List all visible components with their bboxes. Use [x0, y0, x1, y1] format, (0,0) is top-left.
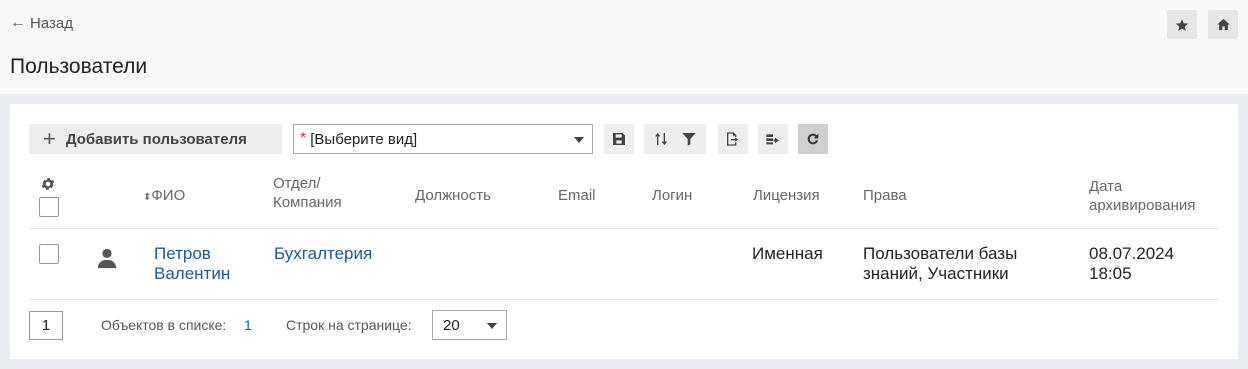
add-user-label: Добавить пользователя — [65, 130, 247, 148]
star-icon — [1175, 18, 1189, 31]
save-icon — [613, 133, 625, 145]
rights-value: Пользователи базы знаний, Участники — [863, 244, 1017, 284]
gear-icon[interactable] — [40, 176, 56, 192]
page-number-input[interactable]: 1 — [29, 311, 63, 340]
save-view-button[interactable] — [604, 124, 634, 154]
column-header-license[interactable]: Лицензия — [753, 186, 820, 205]
back-link[interactable]: ← Назад — [10, 14, 73, 32]
user-icon — [97, 248, 117, 269]
archive-date-line-2: 18:05 — [1089, 264, 1132, 283]
rows-per-page-value: 20 — [443, 316, 460, 334]
rights-line-1: Пользователи базы — [863, 244, 1018, 263]
row-divider — [29, 299, 1219, 300]
objects-count-value: 1 — [244, 317, 252, 333]
user-name-line-2: Валентин — [154, 264, 231, 283]
required-star-icon: * — [300, 130, 307, 147]
view-select-value: [Выберите вид] — [310, 130, 418, 148]
chevron-down-icon — [574, 137, 584, 143]
arrow-left-icon: ← — [10, 14, 26, 31]
refresh-icon — [807, 133, 819, 145]
column-header-department[interactable]: Отдел/ Компания — [273, 174, 342, 212]
back-label: Назад — [30, 14, 73, 32]
column-header-rights[interactable]: Права — [863, 186, 907, 205]
filter-icon — [682, 133, 696, 146]
add-user-button[interactable]: + Добавить пользователя — [29, 124, 282, 154]
columns-export-icon — [766, 134, 779, 145]
view-select[interactable]: * [Выберите вид] — [293, 124, 593, 154]
plus-icon: + — [43, 126, 56, 151]
rights-line-2: знаний, Участники — [863, 264, 1009, 283]
favorite-button[interactable] — [1167, 10, 1197, 39]
rows-per-page-select[interactable]: 20 — [432, 310, 507, 340]
rows-per-page-label: Строк на странице: — [286, 317, 412, 333]
column-department-label-1: Отдел/ — [273, 175, 321, 192]
sort-icon — [655, 133, 667, 145]
columns-button[interactable] — [758, 124, 788, 154]
column-header-email[interactable]: Email — [558, 186, 596, 205]
export-button[interactable] — [718, 124, 748, 154]
home-button[interactable] — [1208, 10, 1238, 39]
license-value: Именная — [752, 244, 823, 263]
select-all-checkbox[interactable] — [39, 197, 59, 217]
user-name-line-1: Петров — [154, 244, 211, 263]
users-panel: + Добавить пользователя * [Выберите вид]… — [10, 104, 1238, 359]
archive-date-value: 08.07.2024 18:05 — [1089, 244, 1174, 284]
column-fio-label: ФИО — [151, 187, 186, 204]
column-header-position[interactable]: Должность — [415, 186, 491, 205]
column-archive-label-2: архивирования — [1089, 197, 1196, 214]
objects-count-label: Объектов в списке: — [101, 317, 227, 333]
column-archive-label-1: Дата — [1089, 178, 1123, 195]
page-title: Пользователи — [10, 55, 148, 78]
row-checkbox[interactable] — [39, 244, 59, 264]
archive-date-line-1: 08.07.2024 — [1089, 244, 1175, 263]
column-header-login[interactable]: Логин — [652, 186, 692, 205]
header-divider — [29, 228, 1219, 229]
department-link[interactable]: Бухгалтерия — [274, 244, 372, 264]
top-bar: ← Назад Пользователи — [0, 0, 1248, 94]
user-name-link[interactable]: Петров Валентин — [154, 244, 230, 284]
export-icon — [727, 132, 739, 146]
refresh-button[interactable] — [798, 124, 828, 154]
chevron-down-icon — [487, 323, 497, 329]
column-header-fio[interactable]: ⬍ФИО — [143, 186, 185, 207]
home-icon — [1216, 18, 1230, 31]
sort-filter-button[interactable] — [644, 124, 706, 154]
column-department-label-2: Компания — [273, 194, 342, 211]
column-header-archive-date[interactable]: Дата архивирования — [1089, 177, 1195, 215]
